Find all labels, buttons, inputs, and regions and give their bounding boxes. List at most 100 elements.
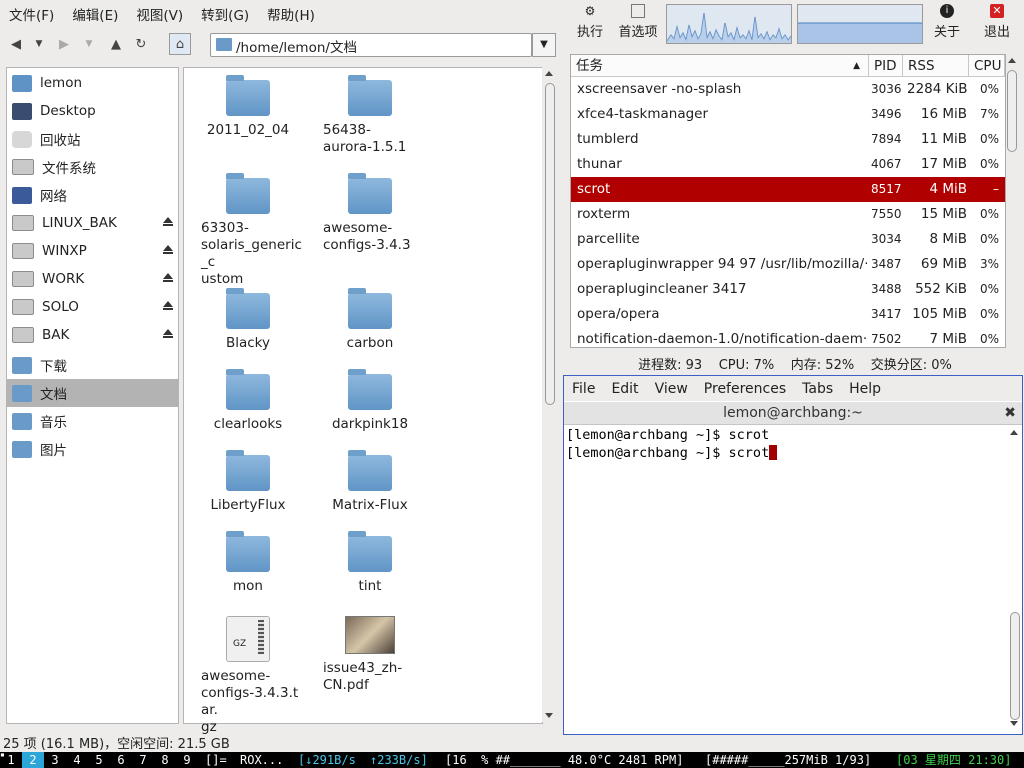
close-tab-icon[interactable]: ✖ bbox=[1004, 402, 1016, 424]
menu-view[interactable]: View bbox=[647, 381, 696, 397]
process-row[interactable]: xfce4-taskmanager 3496 16 MiB 7% bbox=[571, 102, 1005, 127]
folder-item[interactable]: Matrix-Flux bbox=[315, 450, 425, 514]
process-pid: 7502 bbox=[871, 332, 902, 346]
sidebar-item[interactable]: WINXP bbox=[7, 237, 178, 265]
menu-preferences[interactable]: Preferences bbox=[696, 381, 794, 397]
menu-tabs[interactable]: Tabs bbox=[794, 381, 841, 397]
process-row[interactable]: opera/opera 3417 105 MiB 0% bbox=[571, 302, 1005, 327]
column-rss[interactable]: RSS bbox=[903, 55, 969, 77]
file-item[interactable]: issue43_zh- CN.pdf bbox=[315, 616, 425, 694]
location-bar[interactable]: /home/lemon/文档 bbox=[210, 33, 532, 57]
up-arrow-icon[interactable]: ▲ bbox=[105, 33, 127, 55]
process-row[interactable]: roxterm 7550 15 MiB 0% bbox=[571, 202, 1005, 227]
sidebar-item[interactable]: 音乐 bbox=[7, 407, 178, 435]
process-row[interactable]: operaplugincleaner 3417 3488 552 KiB 0% bbox=[571, 277, 1005, 302]
folder-item[interactable]: awesome- configs-3.4.3 bbox=[315, 173, 425, 254]
process-row[interactable]: thunar 4067 17 MiB 0% bbox=[571, 152, 1005, 177]
menu-file[interactable]: 文件(F) bbox=[0, 4, 63, 24]
reload-icon[interactable]: ↻ bbox=[130, 33, 152, 55]
column-cpu[interactable]: CPU bbox=[969, 55, 1005, 77]
scrollbar-thumb[interactable] bbox=[1007, 70, 1017, 152]
quit-button[interactable]: ✕ 退出 bbox=[980, 4, 1014, 44]
sidebar-item[interactable]: 图片 bbox=[7, 435, 178, 463]
menu-help[interactable]: 帮助(H) bbox=[258, 4, 324, 24]
run-button[interactable]: ⚙ 执行 bbox=[570, 4, 610, 44]
terminal-line-current: [lemon@archbang ~]$ scrot bbox=[566, 444, 1003, 462]
tag-5[interactable]: 5 bbox=[88, 752, 110, 768]
sidebar-item[interactable]: lemon bbox=[7, 69, 178, 97]
tag-3[interactable]: 3 bbox=[44, 752, 66, 768]
sidebar-item[interactable]: BAK bbox=[7, 321, 178, 349]
process-row[interactable]: tumblerd 7894 11 MiB 0% bbox=[571, 127, 1005, 152]
tag-2[interactable]: 2 bbox=[22, 752, 44, 768]
sidebar-item[interactable]: 文件系统 bbox=[7, 153, 178, 181]
terminal-output[interactable]: [lemon@archbang ~]$ scrot [lemon@archban… bbox=[566, 426, 1003, 731]
menu-help[interactable]: Help bbox=[841, 381, 889, 397]
sidebar-item[interactable]: SOLO bbox=[7, 293, 178, 321]
folder-item[interactable]: Blacky bbox=[193, 288, 303, 352]
menu-view[interactable]: 视图(V) bbox=[127, 4, 192, 24]
process-row[interactable]: operapluginwrapper 94 97 /usr/lib/mozill… bbox=[571, 252, 1005, 277]
location-dropdown-chevron-icon[interactable]: ▼ bbox=[532, 33, 556, 57]
terminal-scrollbar[interactable] bbox=[1009, 426, 1020, 730]
folder-item[interactable]: mon bbox=[193, 531, 303, 595]
menu-edit[interactable]: Edit bbox=[603, 381, 646, 397]
tag-9[interactable]: 9 bbox=[176, 752, 198, 768]
folder-item[interactable]: 63303- solaris_generic_c ustom bbox=[193, 173, 303, 288]
scroll-down-icon[interactable] bbox=[545, 713, 553, 718]
icon-view-scrollbar[interactable] bbox=[542, 67, 556, 722]
eject-icon[interactable] bbox=[163, 301, 173, 310]
forward-history-chevron-icon[interactable]: ▼ bbox=[78, 33, 100, 55]
folder-item[interactable]: tint bbox=[315, 531, 425, 595]
tag-4[interactable]: 4 bbox=[66, 752, 88, 768]
eject-icon[interactable] bbox=[163, 245, 173, 254]
tag-6[interactable]: 6 bbox=[110, 752, 132, 768]
file-item[interactable]: GZ awesome- configs-3.4.3.tar. gz bbox=[193, 616, 303, 736]
column-task[interactable]: 任务 ▲ bbox=[571, 55, 869, 77]
sidebar-item[interactable]: 文档 bbox=[7, 379, 178, 407]
home-folder-icon[interactable]: ⌂ bbox=[169, 33, 191, 55]
scroll-up-icon[interactable] bbox=[1008, 58, 1016, 63]
sidebar-item[interactable]: 下载 bbox=[7, 351, 178, 379]
scroll-up-icon[interactable] bbox=[545, 71, 553, 76]
sidebar-item[interactable]: 回收站 bbox=[7, 125, 178, 153]
sidebar-item[interactable]: WORK bbox=[7, 265, 178, 293]
eject-icon[interactable] bbox=[163, 273, 173, 282]
tag-7[interactable]: 7 bbox=[132, 752, 154, 768]
back-history-chevron-icon[interactable]: ▼ bbox=[28, 33, 50, 55]
folder-item[interactable]: 56438- aurora-1.5.1 bbox=[315, 75, 425, 156]
forward-arrow-icon[interactable]: ▶ bbox=[53, 33, 75, 55]
scrollbar-thumb[interactable] bbox=[1010, 612, 1020, 720]
back-arrow-icon[interactable]: ◀ bbox=[5, 33, 27, 55]
location-path[interactable]: /home/lemon/文档 bbox=[236, 36, 357, 56]
menu-file[interactable]: File bbox=[564, 381, 603, 397]
process-table-scrollbar[interactable] bbox=[1005, 54, 1019, 346]
process-row[interactable]: notification-daemon-1.0/notification-dae… bbox=[571, 327, 1005, 347]
tag-8[interactable]: 8 bbox=[154, 752, 176, 768]
tag-1[interactable]: 1 bbox=[0, 752, 22, 768]
folder-item[interactable]: carbon bbox=[315, 288, 425, 352]
process-row[interactable]: scrot 8517 4 MiB – bbox=[571, 177, 1005, 202]
process-cpu: 0% bbox=[979, 332, 999, 346]
folder-item[interactable]: 2011_02_04 bbox=[193, 75, 303, 139]
scroll-down-icon[interactable] bbox=[1010, 721, 1018, 726]
eject-icon[interactable] bbox=[163, 217, 173, 226]
column-pid[interactable]: PID bbox=[869, 55, 903, 77]
about-button[interactable]: i 关于 bbox=[930, 4, 964, 44]
folder-item[interactable]: darkpink18 bbox=[315, 369, 425, 433]
scrollbar-thumb[interactable] bbox=[545, 83, 555, 405]
process-row[interactable]: xscreensaver -no-splash 3036 2284 KiB 0% bbox=[571, 77, 1005, 102]
sidebar-item[interactable]: 网络 bbox=[7, 181, 178, 209]
menu-go[interactable]: 转到(G) bbox=[192, 4, 258, 24]
process-row[interactable]: parcellite 3034 8 MiB 0% bbox=[571, 227, 1005, 252]
folder-item[interactable]: LibertyFlux bbox=[193, 450, 303, 514]
eject-icon[interactable] bbox=[163, 329, 173, 338]
menu-edit[interactable]: 编辑(E) bbox=[63, 4, 127, 24]
scroll-up-icon[interactable] bbox=[1010, 430, 1018, 435]
sidebar-item[interactable]: Desktop bbox=[7, 97, 178, 125]
terminal-tab-title[interactable]: lemon@archbang:~ ✖ bbox=[564, 402, 1022, 425]
layout-indicator[interactable]: []= bbox=[205, 752, 227, 768]
folder-item[interactable]: clearlooks bbox=[193, 369, 303, 433]
sidebar-item[interactable]: LINUX_BAK bbox=[7, 209, 178, 237]
preferences-button[interactable]: 首选项 bbox=[616, 4, 660, 44]
